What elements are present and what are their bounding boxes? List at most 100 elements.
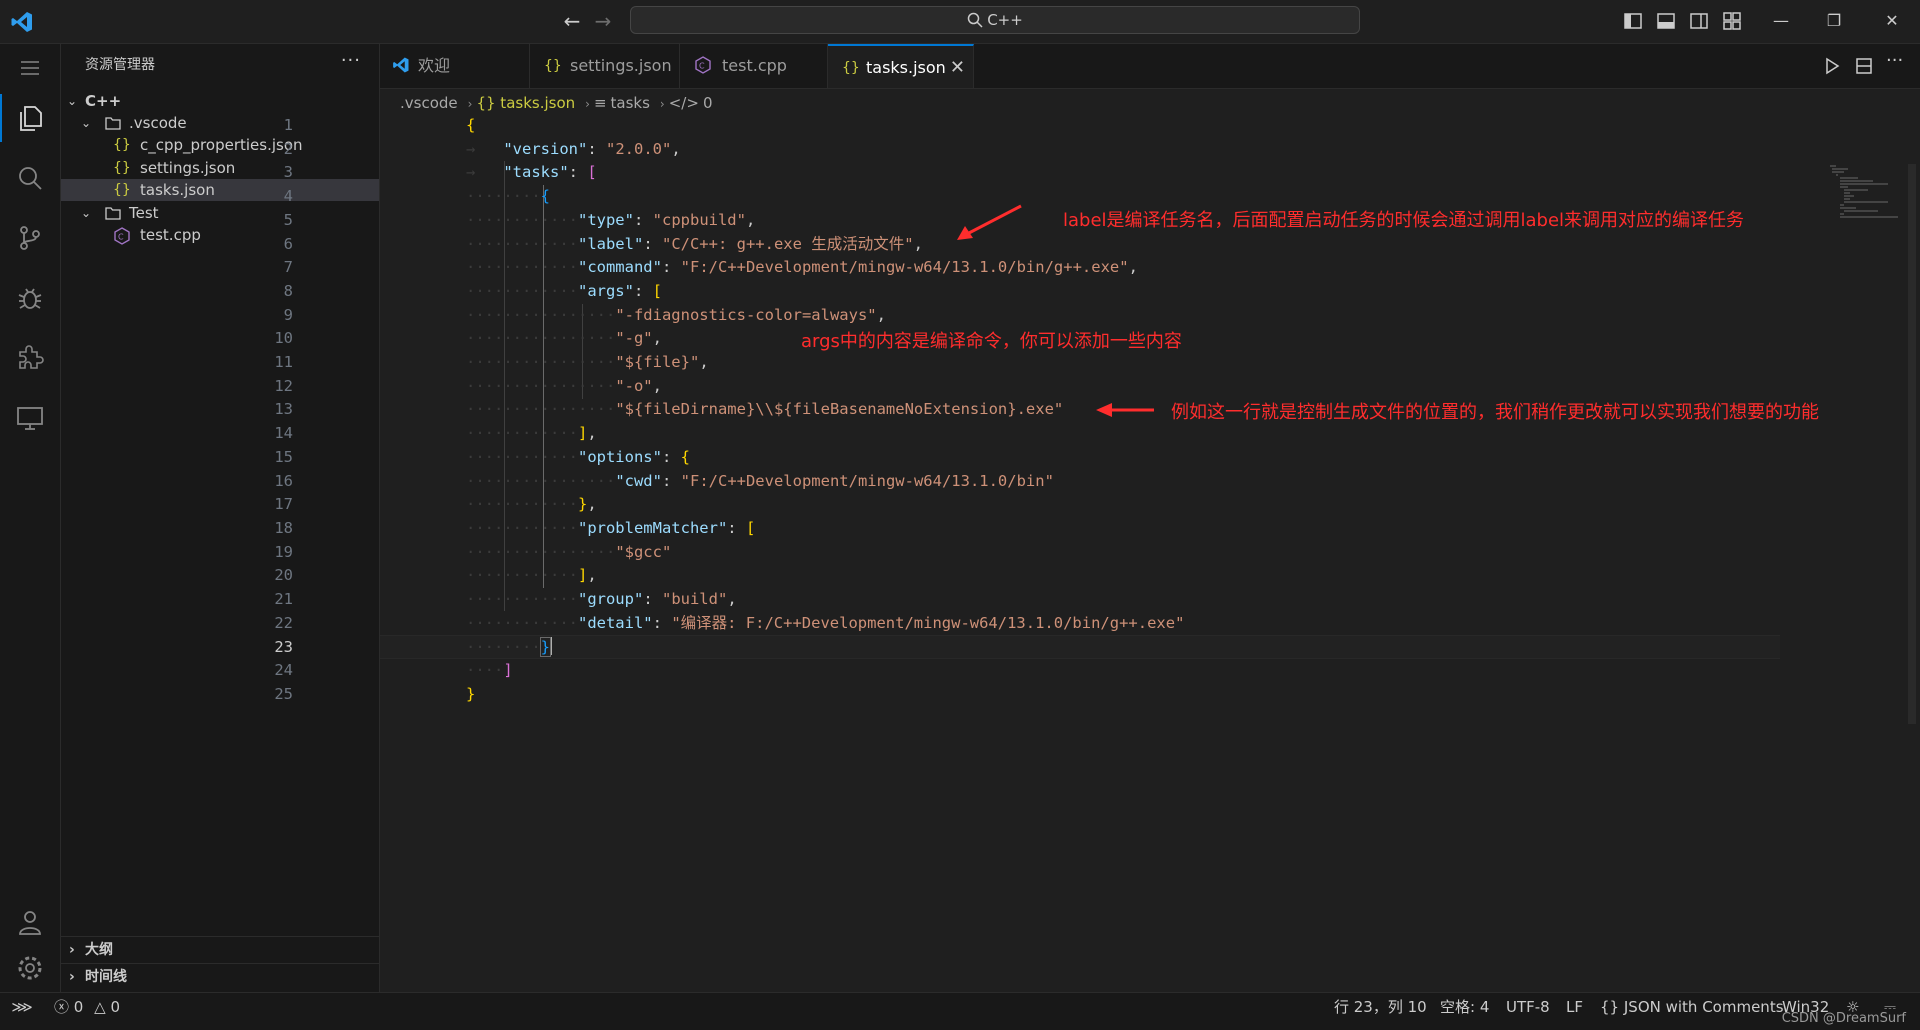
json-key: "args" xyxy=(577,281,634,300)
outline-section[interactable]: › 大纲 xyxy=(61,936,379,963)
tree-folder-vscode[interactable]: ⌄ .vscode xyxy=(61,112,379,134)
remote-explorer-icon[interactable] xyxy=(0,394,60,442)
problems-indicator[interactable]: ⓧ 0 △ 0 xyxy=(54,993,120,1021)
accounts-icon[interactable] xyxy=(0,898,60,946)
restore-button[interactable]: ❐ xyxy=(1819,8,1849,34)
json-value: "-fdiagnostics-color=always" xyxy=(615,305,877,324)
end-of-line[interactable]: LF xyxy=(1566,993,1583,1021)
cursor-position[interactable]: 行 23，列 10 xyxy=(1334,993,1427,1021)
code-line: 21 ············"group": "build", xyxy=(274,588,1780,612)
source-control-icon[interactable] xyxy=(0,214,60,262)
code-editor[interactable]: 1{ 2 → "version": "2.0.0", 3 → "tasks": [ … xyxy=(274,114,1920,992)
svg-text:C: C xyxy=(699,62,705,71)
tree-label: settings.json xyxy=(140,159,236,177)
chevron-down-icon: ⌄ xyxy=(67,94,78,108)
json-braces-icon: {} xyxy=(113,137,131,153)
customize-layout-icon[interactable] xyxy=(1722,11,1742,31)
json-key: "group" xyxy=(577,590,644,608)
tree-folder-test[interactable]: ⌄ Test xyxy=(61,202,379,224)
search-icon xyxy=(967,12,983,28)
breadcrumb-item[interactable]: tasks xyxy=(611,94,650,112)
json-key: "label" xyxy=(577,234,644,253)
object-icon: </> xyxy=(668,94,699,112)
encoding[interactable]: UTF-8 xyxy=(1506,993,1550,1021)
tab-test-cpp[interactable]: C test.cpp xyxy=(680,44,828,88)
language-mode[interactable]: {} JSON with Comments xyxy=(1600,993,1784,1021)
code-line: 6 ············"label": "C/C++: g++.exe 生成… xyxy=(284,233,1780,257)
code-line: 17 ············}, xyxy=(274,493,1780,517)
line-number: 1 xyxy=(283,116,293,134)
breadcrumb-item[interactable]: 0 xyxy=(703,94,713,112)
chevron-right-icon: › xyxy=(69,969,75,985)
json-value: "$gcc" xyxy=(615,542,672,561)
line-number: 9 xyxy=(283,305,293,324)
menu-icon[interactable] xyxy=(0,44,60,92)
json-value: "-g" xyxy=(615,329,653,348)
remote-icon[interactable]: ⋙ xyxy=(0,993,44,1021)
json-key: "detail" xyxy=(577,613,653,632)
tree-label: .vscode xyxy=(129,114,187,132)
minimize-button[interactable]: — xyxy=(1766,8,1796,34)
line-number: 18 xyxy=(274,518,293,537)
split-editor-icon[interactable] xyxy=(1854,56,1874,76)
explorer-icon[interactable] xyxy=(0,94,60,142)
minimap[interactable] xyxy=(1828,164,1908,224)
tab-label: 欢迎 xyxy=(418,56,451,75)
arrow-right-icon[interactable]: → xyxy=(590,8,616,34)
run-debug-icon[interactable] xyxy=(0,274,60,322)
array-icon: ≡ xyxy=(593,94,607,112)
tree-file-test-cpp[interactable]: C test.cpp xyxy=(61,224,379,246)
search-text: C++ xyxy=(987,11,1023,29)
code-line: 9 ················"-fdiagnostics-color=al… xyxy=(284,304,1780,328)
json-value: "-o" xyxy=(615,376,653,395)
code-line: 22 ············"detail": "编译器: F:/C++Deve… xyxy=(274,612,1780,636)
close-window-button[interactable]: ✕ xyxy=(1877,8,1907,34)
error-count: 0 xyxy=(73,998,84,1016)
warning-count: 0 xyxy=(110,998,120,1016)
tab-bar: 欢迎 {} settings.json C test.cpp {} tasks.… xyxy=(380,44,1920,89)
run-icon[interactable] xyxy=(1822,56,1842,76)
close-tab-icon[interactable]: ✕ xyxy=(950,46,965,90)
extensions-icon[interactable] xyxy=(0,334,60,382)
tab-welcome[interactable]: 欢迎 xyxy=(380,44,530,88)
tree-label: Test xyxy=(129,204,159,222)
json-key: "command" xyxy=(577,258,662,277)
code-line: 24 ····] xyxy=(274,659,1780,683)
arrow-left-icon[interactable]: ← xyxy=(559,8,585,34)
search-icon[interactable] xyxy=(0,154,60,202)
more-actions-button[interactable]: ··· xyxy=(341,50,361,71)
command-center-search[interactable]: C++ xyxy=(630,6,1360,34)
toggle-secondary-sidebar-icon[interactable] xyxy=(1689,11,1709,31)
toggle-primary-sidebar-icon[interactable] xyxy=(1623,11,1643,31)
tab-settings-json[interactable]: {} settings.json xyxy=(530,44,680,88)
code-line: 7 ············"command": "F:/C++Developme… xyxy=(284,256,1780,280)
breadcrumb-item[interactable]: .vscode xyxy=(400,94,458,112)
tree-root-cpp[interactable]: ⌄ C++ xyxy=(61,90,379,112)
code-line: 14 ············], xyxy=(274,422,1780,446)
line-number: 2 xyxy=(283,139,293,158)
timeline-section[interactable]: › 时间线 xyxy=(61,963,379,990)
vertical-scrollbar[interactable] xyxy=(1908,164,1916,724)
code-line: 8 ············"args": [ xyxy=(284,280,1780,304)
more-editor-actions-button[interactable]: ··· xyxy=(1886,50,1906,71)
indentation[interactable]: 空格: 4 xyxy=(1440,993,1489,1021)
breadcrumb-item[interactable]: {} tasks.json xyxy=(476,94,575,112)
title-bar: ← → C++ — ❐ ✕ xyxy=(0,0,1920,44)
line-number: 14 xyxy=(274,424,293,443)
section-label: 时间线 xyxy=(85,969,127,985)
tab-label: tasks.json xyxy=(866,58,946,77)
json-braces-icon: {} xyxy=(544,58,562,74)
tree-file-c-cpp-properties[interactable]: {} c_cpp_properties.json xyxy=(61,134,379,156)
line-number: 12 xyxy=(274,376,293,395)
tab-tasks-json[interactable]: {} tasks.json ✕ xyxy=(828,44,974,88)
tree-file-tasks[interactable]: {} tasks.json xyxy=(61,179,379,201)
json-value: "2.0.0" xyxy=(606,139,672,158)
toggle-panel-icon[interactable] xyxy=(1656,11,1676,31)
line-number: 8 xyxy=(283,281,293,300)
tab-label: settings.json xyxy=(570,56,672,75)
manage-gear-icon[interactable] xyxy=(0,944,60,992)
cpp-file-icon: C xyxy=(695,56,711,74)
line-number: 20 xyxy=(274,566,293,585)
chevron-right-icon: › xyxy=(467,97,473,111)
tree-file-settings[interactable]: {} settings.json xyxy=(61,157,379,179)
